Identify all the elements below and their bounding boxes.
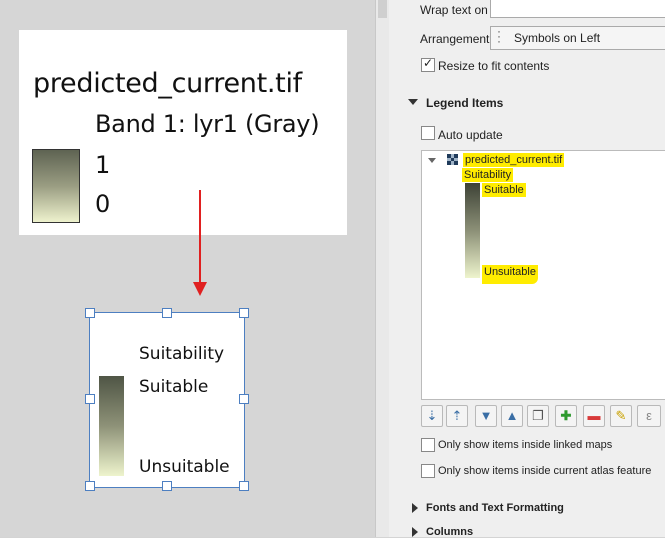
move-item-up-button[interactable]: ▲ (501, 405, 523, 427)
move-down-button[interactable]: ▼ (475, 405, 497, 427)
remove-item-icon: ▬ (587, 408, 601, 423)
legend-after-item[interactable]: Suitability Suitable Unsuitable (89, 312, 245, 488)
drag-grip-icon: · · · (497, 24, 501, 48)
legend-max-label: 1 (95, 151, 111, 179)
arrangement-value: Symbols on Left (514, 31, 601, 45)
filter-legend-button[interactable]: ⇣ (421, 405, 443, 427)
down-arrow-icon: ▼ (479, 408, 493, 423)
red-arrow-icon (193, 190, 207, 296)
layout-canvas[interactable]: predicted_current.tif Band 1: lyr1 (Gray… (0, 0, 375, 537)
resize-handle-br[interactable] (239, 481, 249, 491)
tree-high-label[interactable]: Suitable (482, 183, 526, 197)
auto-update-label: Auto update (438, 128, 503, 142)
legend-band-label: Band 1: lyr1 (Gray) (95, 110, 320, 138)
linked-maps-label: Only show items inside linked maps (438, 439, 613, 451)
legend-color-ramp (99, 376, 124, 476)
tree-color-ramp (465, 183, 480, 278)
wrap-text-label: Wrap text on (420, 3, 488, 17)
legend-low-label: Unsuitable (139, 457, 230, 477)
resize-handle-t[interactable] (162, 308, 172, 318)
resize-checkbox[interactable] (421, 56, 435, 72)
legend-group-title: Suitability (139, 344, 225, 364)
move-up-button[interactable]: ⇡ (446, 405, 468, 427)
columns-header[interactable]: Columns (426, 526, 473, 538)
raster-layer-icon (447, 154, 458, 165)
fonts-header[interactable]: Fonts and Text Formatting (426, 502, 564, 514)
remove-item-button[interactable]: ▬ (583, 405, 605, 427)
expand-right-icon[interactable] (412, 503, 418, 513)
tree-expand-icon[interactable] (428, 158, 436, 163)
legend-before-preview: predicted_current.tif Band 1: lyr1 (Gray… (19, 30, 347, 235)
edit-item-icon: ✎ (615, 408, 627, 423)
collapse-down-icon[interactable] (408, 99, 418, 105)
expression-button[interactable]: ε (637, 405, 661, 427)
add-group-icon: ❐ (532, 408, 544, 423)
resize-handle-tr[interactable] (239, 308, 249, 318)
legend-layer-title: predicted_current.tif (33, 68, 302, 99)
expression-icon: ε (646, 408, 652, 423)
tree-layer-name[interactable]: predicted_current.tif (463, 153, 565, 167)
tree-group-label[interactable]: Suitability (462, 168, 514, 182)
resize-label: Resize to fit contents (438, 59, 550, 73)
atlas-checkbox[interactable] (421, 464, 435, 478)
up-arrow-icon: ▲ (505, 408, 519, 423)
atlas-label: Only show items inside current atlas fea… (438, 465, 652, 477)
add-item-button[interactable]: ✚ (555, 405, 577, 427)
auto-update-checkbox[interactable] (421, 126, 435, 140)
tree-low-label[interactable]: Unsuitable (482, 265, 538, 284)
resize-handle-tl[interactable] (85, 308, 95, 318)
scrollbar-thumb[interactable] (378, 0, 387, 18)
canvas-scrollbar[interactable] (375, 0, 390, 537)
wrap-text-input[interactable] (490, 0, 665, 18)
expand-right-icon[interactable] (412, 527, 418, 537)
filter-legend-icon: ⇣ (426, 408, 438, 423)
resize-handle-bl[interactable] (85, 481, 95, 491)
linked-maps-checkbox[interactable] (421, 438, 435, 452)
item-properties-panel: Wrap text on Arrangement · · · Symbols on … (389, 0, 665, 538)
edit-item-button[interactable]: ✎ (610, 405, 632, 427)
legend-color-ramp (32, 149, 80, 223)
resize-handle-r[interactable] (239, 394, 249, 404)
legend-high-label: Suitable (139, 377, 209, 397)
resize-handle-b[interactable] (162, 481, 172, 491)
arrangement-label: Arrangement (420, 32, 490, 46)
add-item-icon: ✚ (560, 408, 572, 423)
resize-handle-l[interactable] (85, 394, 95, 404)
legend-items-header[interactable]: Legend Items (426, 96, 503, 110)
legend-min-label: 0 (95, 190, 111, 218)
legend-items-tree[interactable]: predicted_current.tif Suitability Suitab… (421, 150, 665, 400)
arrangement-dropdown[interactable]: · · · Symbols on Left (490, 24, 665, 50)
add-group-button[interactable]: ❐ (527, 405, 549, 427)
move-up-icon: ⇡ (451, 408, 463, 423)
